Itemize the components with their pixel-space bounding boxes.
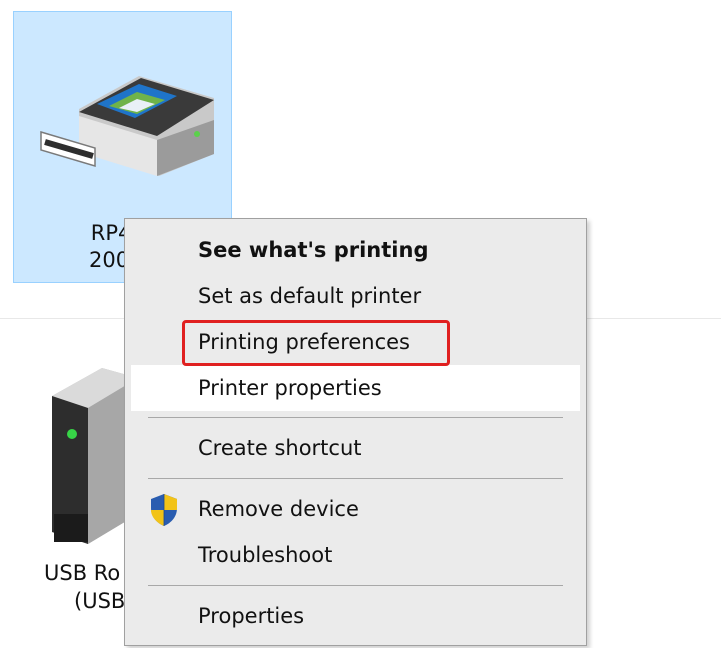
menu-separator (148, 417, 563, 418)
menu-item-create-shortcut[interactable]: Create shortcut (125, 425, 586, 471)
menu-separator (148, 585, 563, 586)
menu-item-see-whats-printing[interactable]: See what's printing (125, 227, 586, 273)
menu-separator (148, 478, 563, 479)
menu-item-troubleshoot[interactable]: Troubleshoot (125, 532, 586, 578)
menu-item-properties[interactable]: Properties (125, 593, 586, 639)
menu-item-remove-device[interactable]: Remove device (125, 486, 586, 532)
printer-icon (40, 76, 214, 176)
usb-name-line2: (USB (74, 589, 126, 613)
menu-item-printing-preferences[interactable]: Printing preferences (125, 319, 586, 365)
desktop-window: RP4xx 200DP USB Ro (USB See what's print… (0, 0, 721, 648)
usb-name-line1: USB Ro (44, 561, 121, 585)
menu-item-printer-properties[interactable]: Printer properties (131, 365, 580, 411)
context-menu: See what's printing Set as default print… (124, 218, 587, 646)
menu-item-set-default-printer[interactable]: Set as default printer (125, 273, 586, 319)
